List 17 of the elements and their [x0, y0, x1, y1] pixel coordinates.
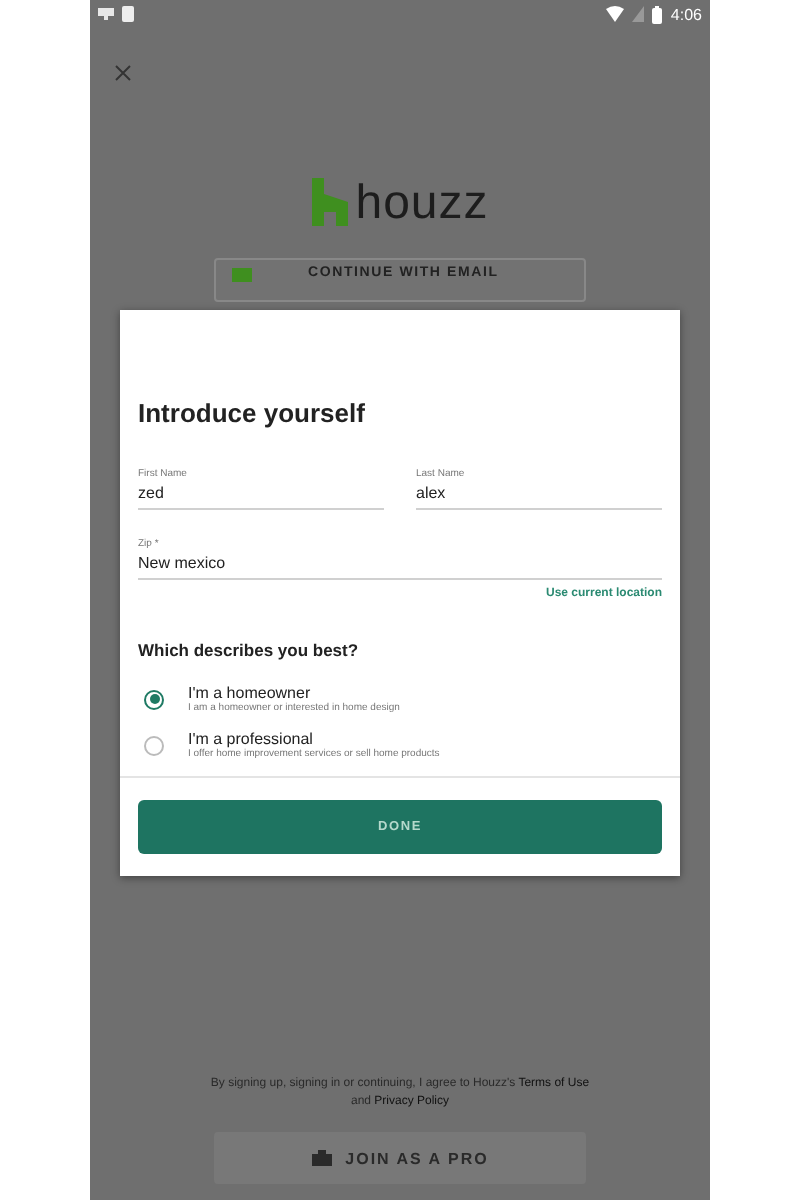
house-icon — [311, 178, 348, 226]
question-text: Which describes you best? — [138, 640, 361, 660]
status-time: 4:06 — [670, 5, 702, 23]
logo-text: houzz — [355, 182, 489, 226]
briefcase-icon — [311, 1150, 332, 1166]
notification-icon — [98, 8, 114, 20]
radio-button[interactable] — [144, 735, 164, 755]
radio-button[interactable] — [144, 689, 164, 709]
option-title: I'm a homeowner — [188, 684, 313, 702]
dialog-title: Introduce yourself — [138, 398, 367, 428]
wifi-icon — [606, 6, 625, 22]
close-icon[interactable] — [114, 64, 132, 82]
sim-icon — [122, 6, 134, 22]
battery-icon — [652, 5, 663, 23]
option-title: I'm a professional — [188, 730, 315, 748]
signal-icon — [632, 6, 645, 22]
join-pro-button[interactable]: JOIN AS A PRO — [214, 1132, 586, 1184]
